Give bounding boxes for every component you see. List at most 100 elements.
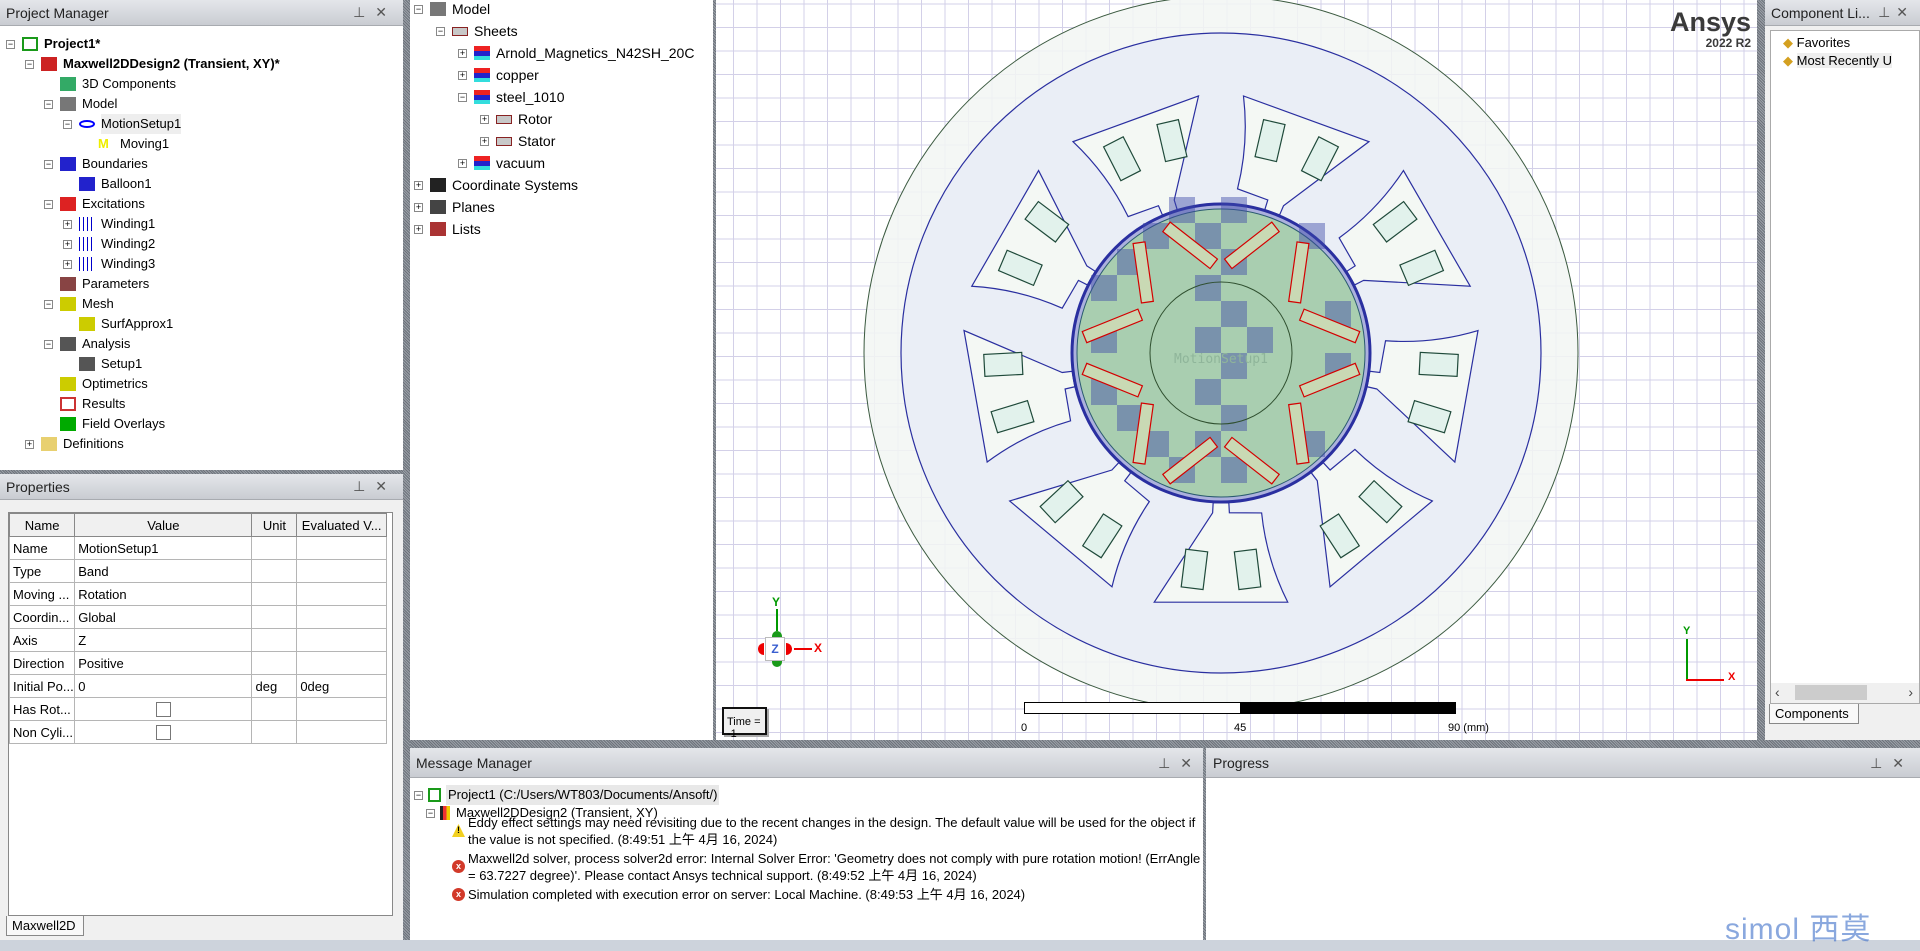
rotate-handle-icon[interactable] [758, 643, 764, 655]
tree-item-most-recently-used[interactable]: ◆ Most Recently U [1783, 51, 1892, 71]
table-row[interactable]: Non Cyli... [8, 720, 387, 744]
close-icon[interactable]: ✕ [1892, 755, 1914, 771]
property-value[interactable]: 0 [74, 674, 253, 698]
checkbox[interactable] [156, 702, 172, 718]
tree-item-favorites[interactable]: ◆ Favorites [1783, 33, 1850, 53]
property-value[interactable]: Rotation [74, 582, 253, 606]
tree-item-label: steel_1010 [496, 89, 565, 105]
message-manager-header: Message Manager ⊥✕ [410, 748, 1208, 778]
table-row[interactable]: Initial Po... 0 deg 0deg [8, 674, 387, 698]
table-row[interactable]: Coordin... Global [8, 605, 387, 629]
z-axis-label[interactable]: Z [765, 637, 785, 661]
error-icon: x [452, 888, 465, 901]
winding-icon [79, 237, 95, 251]
expand-icon[interactable]: + [25, 440, 34, 449]
horizontal-splitter[interactable] [410, 740, 1920, 748]
collapse-icon[interactable]: − [25, 60, 34, 69]
scroll-thumb[interactable] [1795, 685, 1867, 700]
scale-label-start: 0 [1021, 722, 1028, 734]
collapse-icon[interactable]: − [458, 93, 467, 102]
message-item[interactable]: ! Eddy effect settings may need revisitin… [452, 814, 1208, 848]
table-row[interactable]: Name MotionSetup1 [8, 536, 387, 560]
rotate-handle-icon[interactable] [772, 661, 782, 667]
collapse-icon[interactable]: − [6, 40, 15, 49]
close-icon[interactable]: ✕ [1896, 4, 1914, 20]
collapse-icon[interactable]: − [414, 5, 423, 14]
property-value[interactable] [74, 720, 253, 744]
collapse-icon[interactable]: − [44, 200, 53, 209]
message-item[interactable]: x Simulation completed with execution err… [452, 886, 1208, 903]
expand-icon[interactable]: + [63, 240, 72, 249]
property-value[interactable]: Positive [74, 651, 253, 675]
vertical-splitter[interactable] [403, 0, 410, 940]
design-icon [440, 806, 450, 820]
property-value[interactable]: Z [74, 628, 253, 652]
mesh-element [1195, 327, 1221, 353]
sheet-icon [452, 27, 468, 36]
collapse-icon[interactable]: − [44, 100, 53, 109]
expand-icon[interactable]: + [480, 137, 489, 146]
tree-item-label: Winding2 [101, 236, 156, 251]
expand-icon[interactable]: + [458, 159, 467, 168]
checkbox[interactable] [156, 725, 172, 741]
collapse-icon[interactable]: − [44, 160, 53, 169]
property-value[interactable]: Global [74, 605, 253, 629]
collapse-icon[interactable]: − [44, 300, 53, 309]
collapse-icon[interactable]: − [414, 791, 423, 800]
column-header[interactable]: Value [74, 513, 253, 537]
expand-icon[interactable]: + [63, 220, 72, 229]
tab-components[interactable]: Components [1769, 704, 1859, 724]
expand-icon[interactable]: + [414, 181, 423, 190]
scroll-right-icon[interactable]: › [1908, 684, 1913, 700]
tree-item-label: SurfApprox1 [101, 316, 174, 331]
table-row[interactable]: Moving ... Rotation [8, 582, 387, 606]
mesh-icon [60, 297, 76, 311]
expand-icon[interactable]: + [458, 49, 467, 58]
project-icon [428, 788, 441, 802]
coil [1180, 548, 1209, 591]
pin-icon[interactable]: ⊥ [353, 4, 375, 20]
column-header[interactable]: Evaluated V... [296, 513, 387, 537]
rotate-handle-icon[interactable] [786, 643, 792, 655]
column-header[interactable]: Unit [251, 513, 298, 537]
scroll-left-icon[interactable]: ‹ [1775, 684, 1780, 700]
tab-maxwell2d[interactable]: Maxwell2D [6, 916, 84, 936]
modeler-viewport[interactable]: Ansys 2022 R2 Time = -1 0 45 90 (mm) Mot… [716, 0, 1757, 740]
collapse-icon[interactable]: − [426, 809, 435, 818]
vertical-splitter[interactable] [1757, 0, 1765, 740]
tree-item-label: Maxwell2DDesign2 (Transient, XY)* [63, 56, 280, 71]
pin-icon[interactable]: ⊥ [1158, 755, 1180, 771]
view-orientation-triad[interactable]: Y Z X [758, 595, 850, 685]
pin-icon[interactable]: ⊥ [1878, 4, 1896, 20]
close-icon[interactable]: ✕ [375, 478, 397, 494]
table-row[interactable]: Direction Positive [8, 651, 387, 675]
expand-icon[interactable]: + [63, 260, 72, 269]
expand-icon[interactable]: + [414, 203, 423, 212]
table-row[interactable]: Has Rot... [8, 697, 387, 721]
table-header: Name Value Unit Evaluated V... [8, 513, 387, 537]
horizontal-scrollbar[interactable]: ‹ › [1771, 683, 1919, 703]
collapse-icon[interactable]: − [436, 27, 445, 36]
table-row[interactable]: Type Band [8, 559, 387, 583]
message-manager-panel: Message Manager ⊥✕ − Project1 (C:/Users/W… [410, 748, 1208, 940]
close-icon[interactable]: ✕ [1180, 755, 1202, 771]
expand-icon[interactable]: + [480, 115, 489, 124]
property-value[interactable] [74, 697, 253, 721]
property-value[interactable]: MotionSetup1 [74, 536, 253, 560]
column-header[interactable]: Name [8, 513, 76, 537]
mesh-element [1195, 379, 1221, 405]
expand-icon[interactable]: + [414, 225, 423, 234]
pin-icon[interactable]: ⊥ [353, 478, 375, 494]
collapse-icon[interactable]: − [63, 120, 72, 129]
optimetrics-icon [60, 377, 76, 391]
pin-icon[interactable]: ⊥ [1870, 755, 1892, 771]
viewport-canvas[interactable] [716, 0, 1757, 740]
planes-icon [430, 200, 446, 214]
message-item[interactable]: x Maxwell2d solver, process solver2d erro… [452, 850, 1208, 884]
expand-icon[interactable]: + [458, 71, 467, 80]
table-row[interactable]: Axis Z [8, 628, 387, 652]
lists-icon [430, 222, 446, 236]
close-icon[interactable]: ✕ [375, 4, 397, 20]
collapse-icon[interactable]: − [44, 340, 53, 349]
property-value[interactable]: Band [74, 559, 253, 583]
